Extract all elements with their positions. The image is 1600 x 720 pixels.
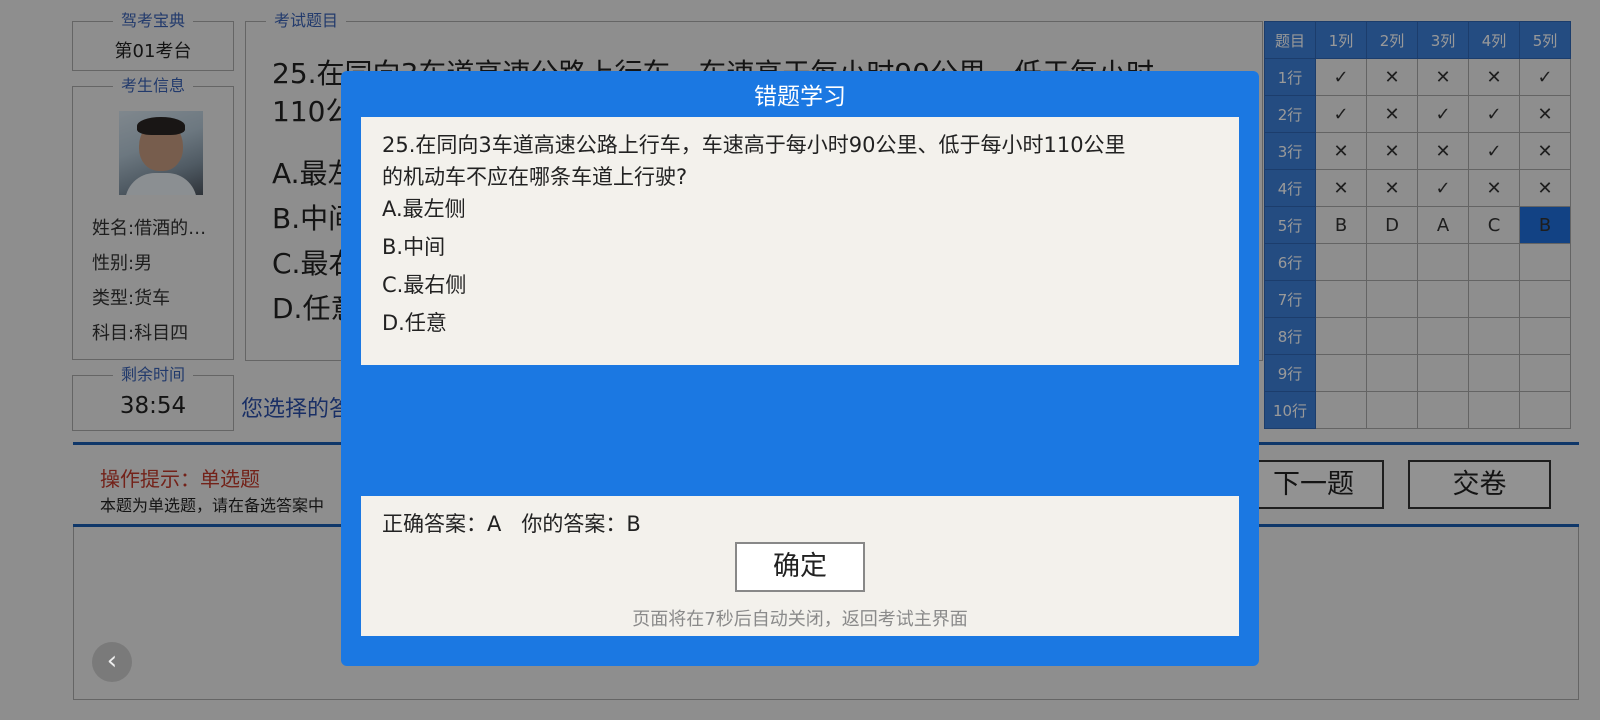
modal-option-a: A.最左侧 [382, 197, 466, 221]
modal-answer-panel: 正确答案：A 你的答案：B 确定 页面将在7秒后自动关闭，返回考试主界面 [361, 496, 1239, 636]
confirm-button[interactable]: 确定 [735, 542, 865, 592]
modal-option-b: B.中间 [382, 235, 446, 259]
modal-title: 错题学习 [754, 84, 846, 110]
modal-question-line-1: 25.在同向3车道高速公路上行车，车速高于每小时90公里、低于每小时110公里 [382, 133, 1126, 157]
modal-option-c: C.最右侧 [382, 273, 467, 297]
back-button[interactable]: ‹ [92, 642, 132, 682]
modal-question-line-2: 的机动车不应在哪条车道上行驶? [382, 165, 688, 189]
modal-option-d: D.任意 [382, 311, 447, 335]
modal-question-panel: 25.在同向3车道高速公路上行车，车速高于每小时90公里、低于每小时110公里 … [361, 117, 1239, 365]
chevron-left-icon: ‹ [106, 646, 118, 676]
wrong-question-modal: 错题学习 25.在同向3车道高速公路上行车，车速高于每小时90公里、低于每小时1… [341, 71, 1259, 666]
auto-close-notice: 页面将在7秒后自动关闭，返回考试主界面 [632, 609, 968, 630]
answer-comparison: 正确答案：A 你的答案：B [382, 512, 641, 536]
